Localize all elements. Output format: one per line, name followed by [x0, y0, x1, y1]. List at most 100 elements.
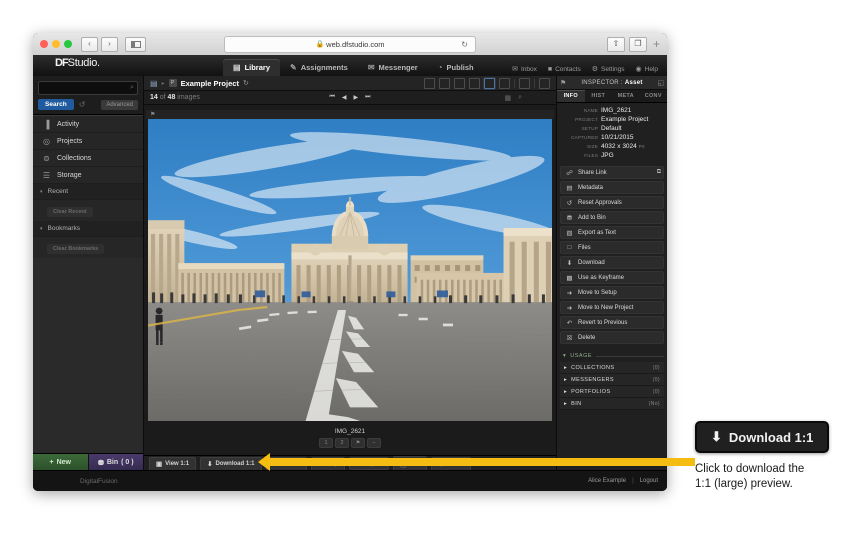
sidebar-item-activity[interactable]: ▐ Activity	[33, 116, 143, 133]
flag-button[interactable]: ⚑	[351, 438, 365, 448]
header-link-settings[interactable]: ⚙ Settings	[592, 65, 625, 74]
reset-search-icon[interactable]: ↺	[79, 100, 86, 109]
download-1-1-button[interactable]: ⬇ Download 1:1	[200, 456, 262, 471]
asset-caption-area: IMG_2621 1 2 ⚑ –	[319, 421, 381, 455]
tab-assignments[interactable]: ✎ Assignments	[280, 59, 358, 76]
header-link-help[interactable]: ◉ Help	[636, 65, 658, 74]
action-files[interactable]: □ Files	[560, 241, 664, 254]
action-delete[interactable]: ☒ Delete	[560, 331, 664, 344]
tab-messenger-label: Messenger	[378, 63, 418, 72]
breadcrumb-separator: ▸	[161, 80, 165, 87]
view-mode-list-icon[interactable]	[439, 77, 450, 89]
action-delete-label: Delete	[578, 334, 596, 341]
copy-icon[interactable]: ⧉	[657, 169, 661, 176]
rating-1-button[interactable]: 1	[319, 438, 333, 448]
share-icon[interactable]: ⇧	[606, 36, 625, 52]
action-add-to-bin[interactable]: ⛃ Add to Bin	[560, 211, 664, 224]
tab-messenger[interactable]: ✉ Messenger	[358, 59, 428, 76]
action-export-as-text[interactable]: ▧ Export as Text	[560, 226, 664, 239]
back-button[interactable]: ‹	[81, 36, 98, 52]
clear-recent-button[interactable]: Clear Recent	[47, 207, 93, 217]
action-share-link[interactable]: ☍ Share Link ⧉	[560, 166, 664, 179]
inspector-tab-hist[interactable]: HIST	[585, 90, 613, 102]
usage-row-bin[interactable]: ▸ BIN (No)	[560, 398, 664, 410]
action-move-to-setup[interactable]: ➜ Move to Setup	[560, 286, 664, 299]
action-reset-approvals[interactable]: ↺ Reset Approvals	[560, 196, 664, 209]
pager-prev-icon[interactable]: ◀	[342, 94, 347, 101]
pager-first-icon[interactable]: ⏮	[329, 94, 334, 101]
close-window-button[interactable]	[40, 40, 48, 48]
inspector-tab-meta[interactable]: META	[612, 90, 640, 102]
tab-library[interactable]: ▤ Library	[223, 59, 280, 76]
sidebar-item-storage[interactable]: ☰ Storage	[33, 167, 143, 184]
view-mode-filmstrip-icon[interactable]	[424, 77, 435, 89]
browser-toolbar-right: ⇧ ❐ +	[606, 36, 660, 52]
pin-icon[interactable]: ⚑	[560, 79, 566, 87]
new-button[interactable]: + New	[33, 454, 89, 471]
action-metadata[interactable]: ▤ Metadata	[560, 181, 664, 194]
search-input[interactable]: ⌕	[38, 81, 138, 95]
section-bookmarks[interactable]: ▾ Bookmarks	[33, 221, 143, 237]
usage-row-messengers[interactable]: ▸ MESSENGERS (0)	[560, 374, 664, 386]
view-mode-single-icon[interactable]	[484, 77, 495, 89]
view-mode-compare-icon[interactable]	[499, 77, 510, 89]
bin-button[interactable]: ⛃ Bin ( 0 )	[88, 454, 143, 471]
search-button[interactable]: Search	[38, 99, 74, 110]
callout-download-label: Download 1:1	[728, 429, 814, 445]
minimize-window-button[interactable]	[52, 40, 60, 48]
thumbnail-grid-icon[interactable]: ▦	[504, 94, 511, 102]
magnify-icon[interactable]: ⌕	[518, 94, 522, 102]
window-controls[interactable]	[40, 40, 72, 48]
rating-2-button[interactable]: 2	[335, 438, 349, 448]
inspector-tab-conv[interactable]: CONV	[640, 90, 668, 102]
forward-button[interactable]: ›	[101, 36, 118, 52]
view-mode-grid-small-icon[interactable]	[454, 77, 465, 89]
bin-button-label: Bin	[106, 459, 119, 466]
sidebar-bottom-bar: + New ⛃ Bin ( 0 )	[33, 453, 143, 471]
action-use-as-keyframe[interactable]: ▩ Use as Keyframe	[560, 271, 664, 284]
collapse-panel-icon[interactable]: ◱	[657, 79, 664, 87]
header-link-contacts[interactable]: ■ Contacts	[548, 65, 581, 73]
header-link-inbox[interactable]: ✉ Inbox	[512, 65, 537, 74]
pager-last-icon[interactable]: ⏭	[365, 94, 370, 101]
tabs-overview-icon[interactable]: ❐	[628, 36, 647, 52]
advanced-search-button[interactable]: Advanced	[101, 99, 138, 110]
address-bar[interactable]: 🔒 web.dfstudio.com ↻	[224, 35, 476, 53]
view-mode-stack-icon[interactable]	[519, 77, 530, 89]
action-reset-approvals-label: Reset Approvals	[578, 199, 622, 206]
fullscreen-icon[interactable]	[539, 77, 550, 89]
usage-caret-bin-icon: ▸	[564, 400, 568, 407]
reset-approvals-icon: ↺	[566, 199, 573, 207]
reject-button[interactable]: –	[367, 438, 381, 448]
tab-publish[interactable]: ◔ Publish	[428, 59, 484, 76]
link-icon: ☍	[566, 169, 573, 177]
reload-icon[interactable]: ↻	[461, 40, 468, 49]
inspector-title-value: Asset	[624, 79, 643, 86]
sidebar-item-collections[interactable]: ⊜ Collections	[33, 150, 143, 167]
pager-next-icon[interactable]: ▶	[354, 94, 359, 101]
library-root-icon[interactable]: ▤	[150, 79, 158, 88]
sidebar-toggle-icon[interactable]	[125, 36, 146, 52]
usage-row-collections[interactable]: ▸ COLLECTIONS (0)	[560, 362, 664, 374]
view-mode-grid-large-icon[interactable]	[469, 77, 480, 89]
asset-preview-image[interactable]	[148, 119, 552, 421]
sidebar-item-projects[interactable]: ◎ Projects	[33, 133, 143, 150]
action-move-to-new-project[interactable]: ➜ Move to New Project	[560, 301, 664, 314]
section-recent-label: Recent	[47, 188, 69, 195]
clear-bookmarks-button[interactable]: Clear Bookmarks	[47, 244, 105, 254]
action-metadata-label: Metadata	[578, 184, 604, 191]
sidebar-item-projects-label: Projects	[57, 137, 83, 145]
breadcrumb-project-label[interactable]: Example Project	[181, 79, 239, 88]
maximize-window-button[interactable]	[64, 40, 72, 48]
new-tab-button[interactable]: +	[653, 38, 660, 50]
section-recent[interactable]: ▾ Recent	[33, 184, 143, 200]
flag-icon[interactable]: ⚑	[150, 111, 155, 118]
usage-header[interactable]: ▾ USAGE	[560, 353, 664, 359]
usage-row-portfolios[interactable]: ▸ PORTFOLIOS (0)	[560, 386, 664, 398]
inspector-tab-info[interactable]: INFO	[557, 90, 585, 102]
refresh-icon[interactable]: ↻	[243, 79, 249, 87]
logout-link[interactable]: Logout	[640, 478, 658, 484]
view-1-1-button[interactable]: ▣ View 1:1	[149, 456, 197, 471]
action-download[interactable]: ⬇ Download	[560, 256, 664, 269]
action-revert-to-previous[interactable]: ↶ Revert to Previous	[560, 316, 664, 329]
